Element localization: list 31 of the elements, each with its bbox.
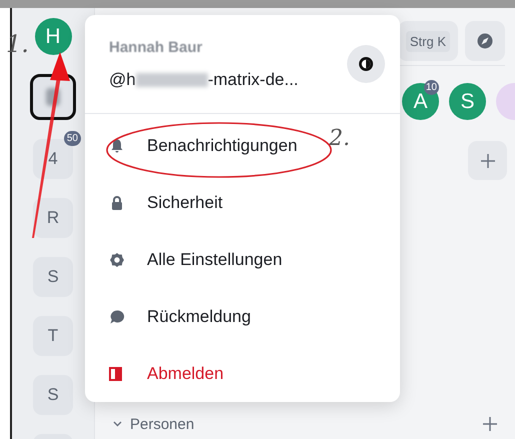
exit-door-icon — [109, 366, 125, 382]
section-title[interactable]: Personen — [130, 416, 194, 432]
menu-item[interactable]: Benachrichtigungen — [85, 117, 302, 174]
contrast-icon — [358, 56, 374, 72]
space-item[interactable]: R — [33, 198, 73, 238]
menu-item[interactable]: Sicherheit — [85, 174, 227, 231]
user-handle-end: -matrix-de... — [208, 70, 298, 90]
chat-bubble-icon — [109, 308, 125, 324]
theme-toggle-button[interactable] — [347, 45, 385, 83]
space-item[interactable]: S — [33, 375, 73, 415]
bell-icon — [109, 138, 125, 154]
space-item[interactable]: S — [33, 257, 73, 297]
menu-item[interactable]: Abmelden — [85, 345, 228, 402]
user-name: Hannah Baur — [109, 38, 204, 56]
unread-badge: 50 — [64, 131, 81, 146]
shortcut-key: Strg K — [406, 30, 450, 52]
space-item[interactable]: T — [33, 316, 73, 356]
compass-icon — [477, 33, 493, 49]
step-number: 2. — [329, 126, 350, 151]
settings-icon — [109, 252, 125, 268]
count-badge: 10 — [424, 80, 439, 95]
search-shortcut-button[interactable]: Strg K — [398, 21, 458, 61]
plus-icon[interactable] — [483, 417, 497, 431]
user-avatar[interactable]: H — [34, 18, 72, 55]
explore-button[interactable] — [465, 21, 505, 61]
member-avatar[interactable]: S — [449, 83, 486, 120]
plus-icon — [480, 154, 494, 168]
menu-item[interactable]: Alle Einstellungen — [85, 231, 286, 288]
menu-item[interactable]: Rückmeldung — [85, 288, 255, 345]
user-handle-start: @h — [109, 70, 136, 90]
lock-icon — [109, 194, 125, 210]
